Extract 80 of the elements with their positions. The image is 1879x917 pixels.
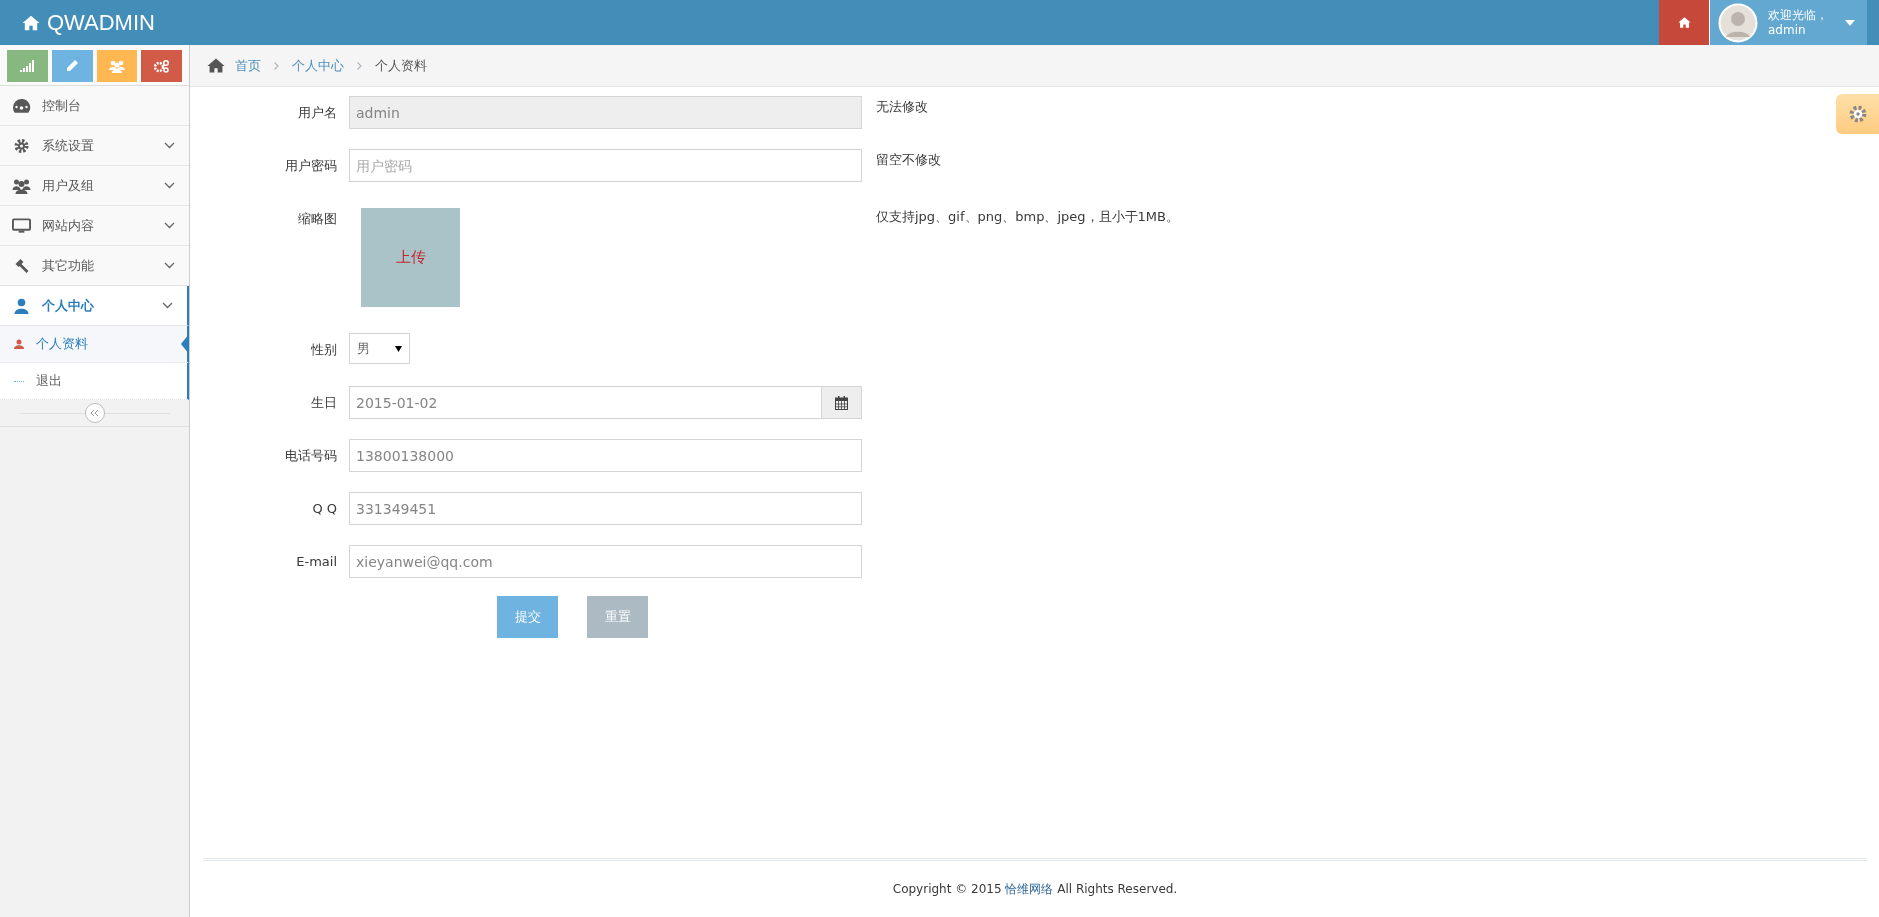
user-icon [14, 339, 24, 349]
breadcrumb-link[interactable]: 个人中心 [292, 56, 344, 75]
reset-button[interactable]: 重置 [587, 596, 648, 638]
menu-item[interactable]: 网站内容 [0, 206, 189, 246]
menu-label: 系统设置 [42, 136, 95, 155]
password-field[interactable]: 用户密码 [349, 149, 862, 182]
breadcrumb-separator-icon [357, 61, 362, 70]
menu-label: 控制台 [42, 96, 82, 115]
menu-item[interactable]: 个人中心 [0, 286, 189, 326]
breadcrumb-separator-icon [274, 61, 279, 70]
double-chevron-icon [90, 409, 99, 417]
menu-label: 个人中心 [42, 296, 95, 315]
menu-item[interactable]: 用户及组 [0, 166, 189, 206]
help-text: 留空不修改 [875, 151, 941, 169]
chevron-down-icon [164, 222, 175, 229]
field-label: 缩略图 [297, 210, 338, 228]
caret-icon [1845, 19, 1855, 26]
menu-item[interactable]: 系统设置 [0, 126, 189, 166]
submenu-item[interactable]: 个人资料 [0, 326, 189, 363]
field-label: 性别 [310, 341, 338, 359]
user-icon [12, 297, 31, 314]
users-icon [108, 59, 125, 73]
menu-item[interactable]: 控制台 [0, 86, 189, 126]
signal-bars-icon [20, 60, 35, 72]
monitor-icon [12, 217, 31, 234]
chevron-down-icon [162, 302, 173, 309]
help-text: 仅支持jpg、gif、png、bmp、jpeg，且小于1MB。 [875, 208, 1179, 226]
field-label: 用户名 [297, 104, 338, 122]
photo-placeholder[interactable]: 上传 [361, 208, 460, 307]
calendar-button[interactable] [822, 386, 862, 419]
settings-icon [12, 137, 31, 154]
field-label: 生日 [310, 394, 338, 412]
copyright-text: Copyright © 2015 恰维网络 All Rights Reserved. [892, 880, 1178, 898]
chevron-down-icon [164, 142, 175, 149]
field-label: 用户密码 [284, 157, 338, 175]
submenu-label: 个人资料 [36, 335, 88, 353]
shortcut-button[interactable] [51, 50, 93, 82]
chevron-down-icon [164, 182, 175, 189]
shortcut-button[interactable] [7, 50, 48, 82]
field-label: E-mail [295, 553, 338, 571]
shortcut-button[interactable] [141, 50, 182, 82]
home-icon [22, 13, 40, 32]
username-text: admin [1768, 22, 1807, 38]
field-label: 电话号码 [284, 447, 338, 465]
collapse-button[interactable] [84, 403, 105, 423]
help-text: 无法修改 [875, 98, 928, 116]
user-menu[interactable]: 欢迎光临， admin [1710, 0, 1867, 45]
menu-item[interactable]: 其它功能 [0, 246, 189, 286]
avatar-icon [1718, 2, 1758, 43]
dropdown-arrow-icon [395, 345, 402, 352]
chevron-down-icon [164, 262, 175, 269]
menu-label: 网站内容 [42, 216, 95, 235]
menu-label: 用户及组 [42, 176, 95, 195]
settings-icon [1847, 104, 1868, 124]
home-icon [207, 58, 225, 73]
dashboard-icon [12, 97, 31, 114]
home-icon [1677, 16, 1691, 29]
breadcrumb-link[interactable]: 首页 [235, 56, 261, 75]
calendar-icon [835, 395, 848, 410]
upload-label: 上传 [395, 248, 426, 267]
field-label: Q Q [311, 500, 338, 518]
gender-select[interactable]: 男 [349, 333, 410, 364]
text-field[interactable]: 13800138000 [349, 439, 862, 472]
pencil-icon [65, 59, 80, 73]
company-link[interactable]: 恰维网络 [1005, 881, 1054, 896]
submenu-label: 退出 [36, 372, 62, 390]
active-pointer-icon [181, 334, 189, 354]
submenu-item[interactable]: 退出 [0, 363, 189, 400]
home-button[interactable] [1659, 0, 1710, 45]
users-icon [12, 177, 31, 194]
text-field[interactable]: xieyanwei@qq.com [349, 545, 862, 578]
menu-label: 其它功能 [42, 256, 95, 275]
submit-button[interactable]: 提交 [497, 596, 558, 638]
breadcrumb-current: 个人资料 [375, 56, 427, 75]
settings-button[interactable] [1836, 94, 1879, 134]
date-field[interactable]: 2015-01-02 [349, 386, 822, 419]
text-field[interactable]: 331349451 [349, 492, 862, 525]
greeting-text: 欢迎光临， [1768, 7, 1829, 23]
gears-icon [154, 59, 170, 73]
brand-logo[interactable]: QWADMIN [0, 0, 155, 45]
